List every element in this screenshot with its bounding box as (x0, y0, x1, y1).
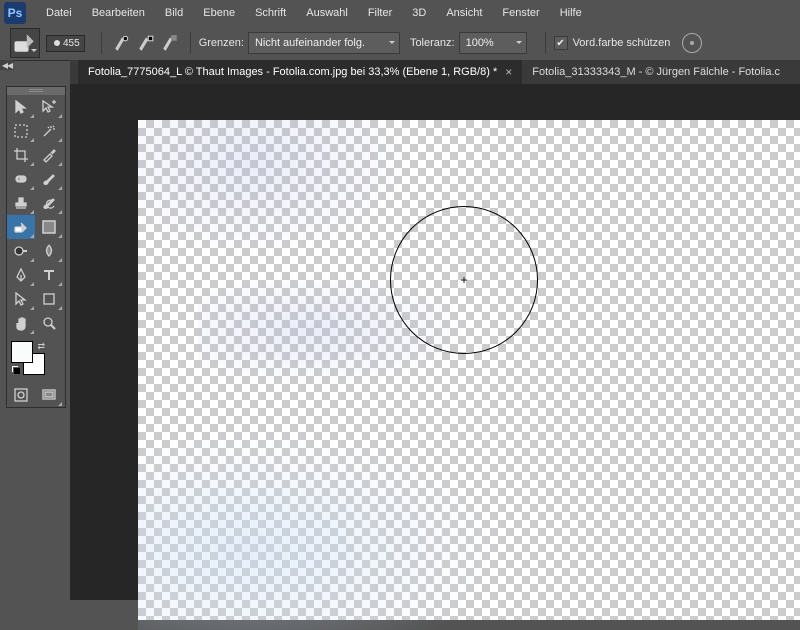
eyedropper-tool[interactable] (35, 143, 63, 167)
tools-panel: ⇄ (6, 86, 66, 408)
pen-tool[interactable] (7, 263, 35, 287)
limits-dropdown[interactable]: Nicht aufeinander folg. (248, 32, 400, 54)
screenmode-button[interactable] (35, 383, 63, 407)
background-eraser-icon (11, 29, 39, 57)
menu-layer[interactable]: Ebene (193, 0, 245, 26)
tab-doc-1[interactable]: Fotolia_7775064_L © Thaut Images - Fotol… (78, 60, 522, 84)
collapse-panels-button[interactable]: ◀◀ (0, 60, 14, 70)
menu-filter[interactable]: Filter (358, 0, 402, 26)
move-tool[interactable] (7, 95, 35, 119)
healing-tool[interactable] (7, 167, 35, 191)
menu-3d[interactable]: 3D (402, 0, 436, 26)
menu-view[interactable]: Ansicht (436, 0, 492, 26)
dodge-tool[interactable] (7, 239, 35, 263)
menu-help[interactable]: Hilfe (550, 0, 592, 26)
brush-picker[interactable]: 455 (46, 35, 85, 52)
canvas-area (70, 84, 800, 600)
artboard-tool[interactable] (35, 95, 63, 119)
tab-title: Fotolia_7775064_L © Thaut Images - Fotol… (88, 66, 497, 78)
hand-tool[interactable] (7, 311, 35, 335)
shape-tool[interactable] (35, 287, 63, 311)
sampling-swatch-icon[interactable] (161, 34, 179, 52)
gradient-tool[interactable] (35, 215, 63, 239)
app-logo: Ps (4, 2, 26, 24)
separator (190, 32, 191, 54)
document-tabs: Fotolia_7775064_L © Thaut Images - Fotol… (70, 60, 800, 84)
stamp-tool[interactable] (7, 191, 35, 215)
menu-select[interactable]: Auswahl (296, 0, 358, 26)
type-tool[interactable] (35, 263, 63, 287)
foreground-color-swatch[interactable] (11, 341, 33, 363)
menu-image[interactable]: Bild (155, 0, 193, 26)
menu-file[interactable]: Datei (36, 0, 82, 26)
sampling-once-icon[interactable] (137, 34, 155, 52)
options-bar: 455 Grenzen: Nicht aufeinander folg. Tol… (0, 26, 800, 61)
protect-fg-label: Vord.farbe schützen (573, 37, 671, 49)
crop-tool[interactable] (7, 143, 35, 167)
color-swatches: ⇄ (7, 335, 65, 377)
history-brush-tool[interactable] (35, 191, 63, 215)
menu-type[interactable]: Schrift (245, 0, 296, 26)
close-icon[interactable]: × (505, 65, 512, 79)
tolerance-label: Toleranz: (410, 37, 455, 49)
brush-cursor (390, 206, 538, 354)
separator (101, 32, 102, 54)
menu-bar: Ps Datei Bearbeiten Bild Ebene Schrift A… (0, 0, 800, 26)
tab-doc-2[interactable]: Fotolia_31333343_M - © Jürgen Fälchle - … (522, 60, 790, 84)
swap-colors-icon[interactable]: ⇄ (37, 341, 45, 352)
path-select-tool[interactable] (7, 287, 35, 311)
brush-dot-icon (54, 40, 60, 46)
pressure-size-icon[interactable] (682, 33, 702, 53)
limits-label: Grenzen: (199, 37, 244, 49)
zoom-tool[interactable] (35, 311, 63, 335)
transparency-grid (138, 120, 800, 620)
magic-wand-tool[interactable] (35, 119, 63, 143)
marquee-tool[interactable] (7, 119, 35, 143)
blur-tool[interactable] (35, 239, 63, 263)
tool-preset-picker[interactable] (10, 28, 40, 58)
panel-grip[interactable] (7, 87, 65, 95)
separator (545, 32, 546, 54)
brush-tool[interactable] (35, 167, 63, 191)
protect-fg-checkbox[interactable]: ✔ (554, 36, 568, 50)
menu-window[interactable]: Fenster (492, 0, 549, 26)
tolerance-dropdown[interactable]: 100% (459, 32, 527, 54)
quickmask-button[interactable] (7, 383, 35, 407)
document-canvas[interactable] (138, 120, 800, 620)
default-colors-icon[interactable] (11, 365, 21, 375)
background-eraser-tool[interactable] (7, 215, 35, 239)
brush-size-value: 455 (63, 38, 80, 49)
tab-title: Fotolia_31333343_M - © Jürgen Fälchle - … (532, 66, 780, 78)
menu-edit[interactable]: Bearbeiten (82, 0, 155, 26)
sampling-continuous-icon[interactable] (113, 34, 131, 52)
